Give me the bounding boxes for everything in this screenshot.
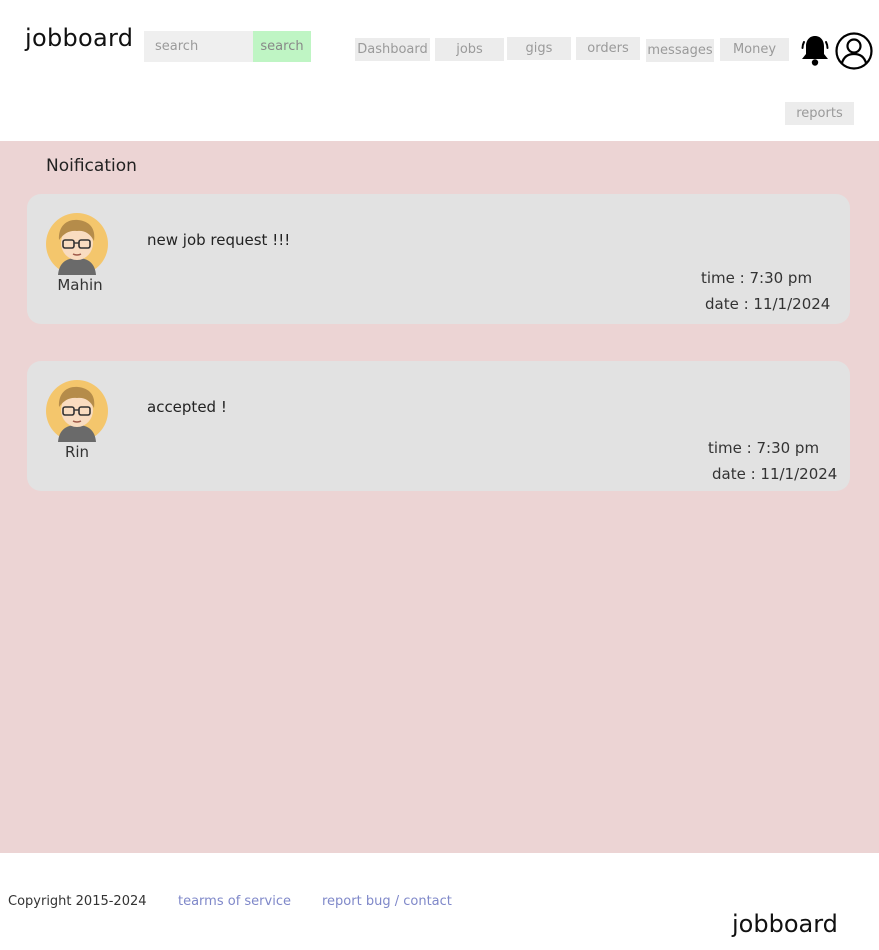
- nav-money[interactable]: Money: [720, 38, 789, 61]
- notification-area: Noification Mahin new job request !!! ti…: [0, 141, 879, 853]
- avatar: [44, 380, 110, 442]
- notification-card[interactable]: Rin accepted ! time : 7:30 pm date : 11/…: [27, 361, 850, 491]
- notification-message: accepted !: [147, 398, 227, 416]
- notification-message: new job request !!!: [147, 231, 291, 249]
- nav-orders[interactable]: orders: [576, 37, 640, 60]
- notification-username: Rin: [64, 443, 90, 461]
- terms-link[interactable]: tearms of service: [178, 894, 291, 909]
- search-button[interactable]: search: [253, 31, 311, 62]
- page-title: Noification: [46, 156, 137, 176]
- notification-time: time : 7:30 pm: [708, 439, 820, 457]
- nav-gigs[interactable]: gigs: [507, 37, 571, 60]
- footer-logo[interactable]: jobboard: [732, 910, 838, 938]
- nav-dashboard[interactable]: Dashboard: [355, 38, 430, 61]
- notification-date: date : 11/1/2024: [705, 295, 831, 313]
- bell-icon[interactable]: [799, 33, 831, 67]
- nav-reports[interactable]: reports: [785, 102, 854, 125]
- copyright-text: Copyright 2015-2024: [8, 894, 147, 909]
- user-icon[interactable]: [834, 32, 874, 70]
- notification-date: date : 11/1/2024: [712, 465, 838, 483]
- nav-jobs[interactable]: jobs: [435, 38, 504, 61]
- site-logo[interactable]: jobboard: [25, 24, 133, 52]
- search-input[interactable]: [144, 31, 254, 62]
- report-bug-link[interactable]: report bug / contact: [322, 894, 452, 909]
- nav-messages[interactable]: messages: [646, 39, 714, 62]
- avatar: [44, 213, 110, 275]
- notification-username: Mahin: [57, 276, 103, 294]
- notification-card[interactable]: Mahin new job request !!! time : 7:30 pm…: [27, 194, 850, 324]
- notification-time: time : 7:30 pm: [701, 269, 813, 287]
